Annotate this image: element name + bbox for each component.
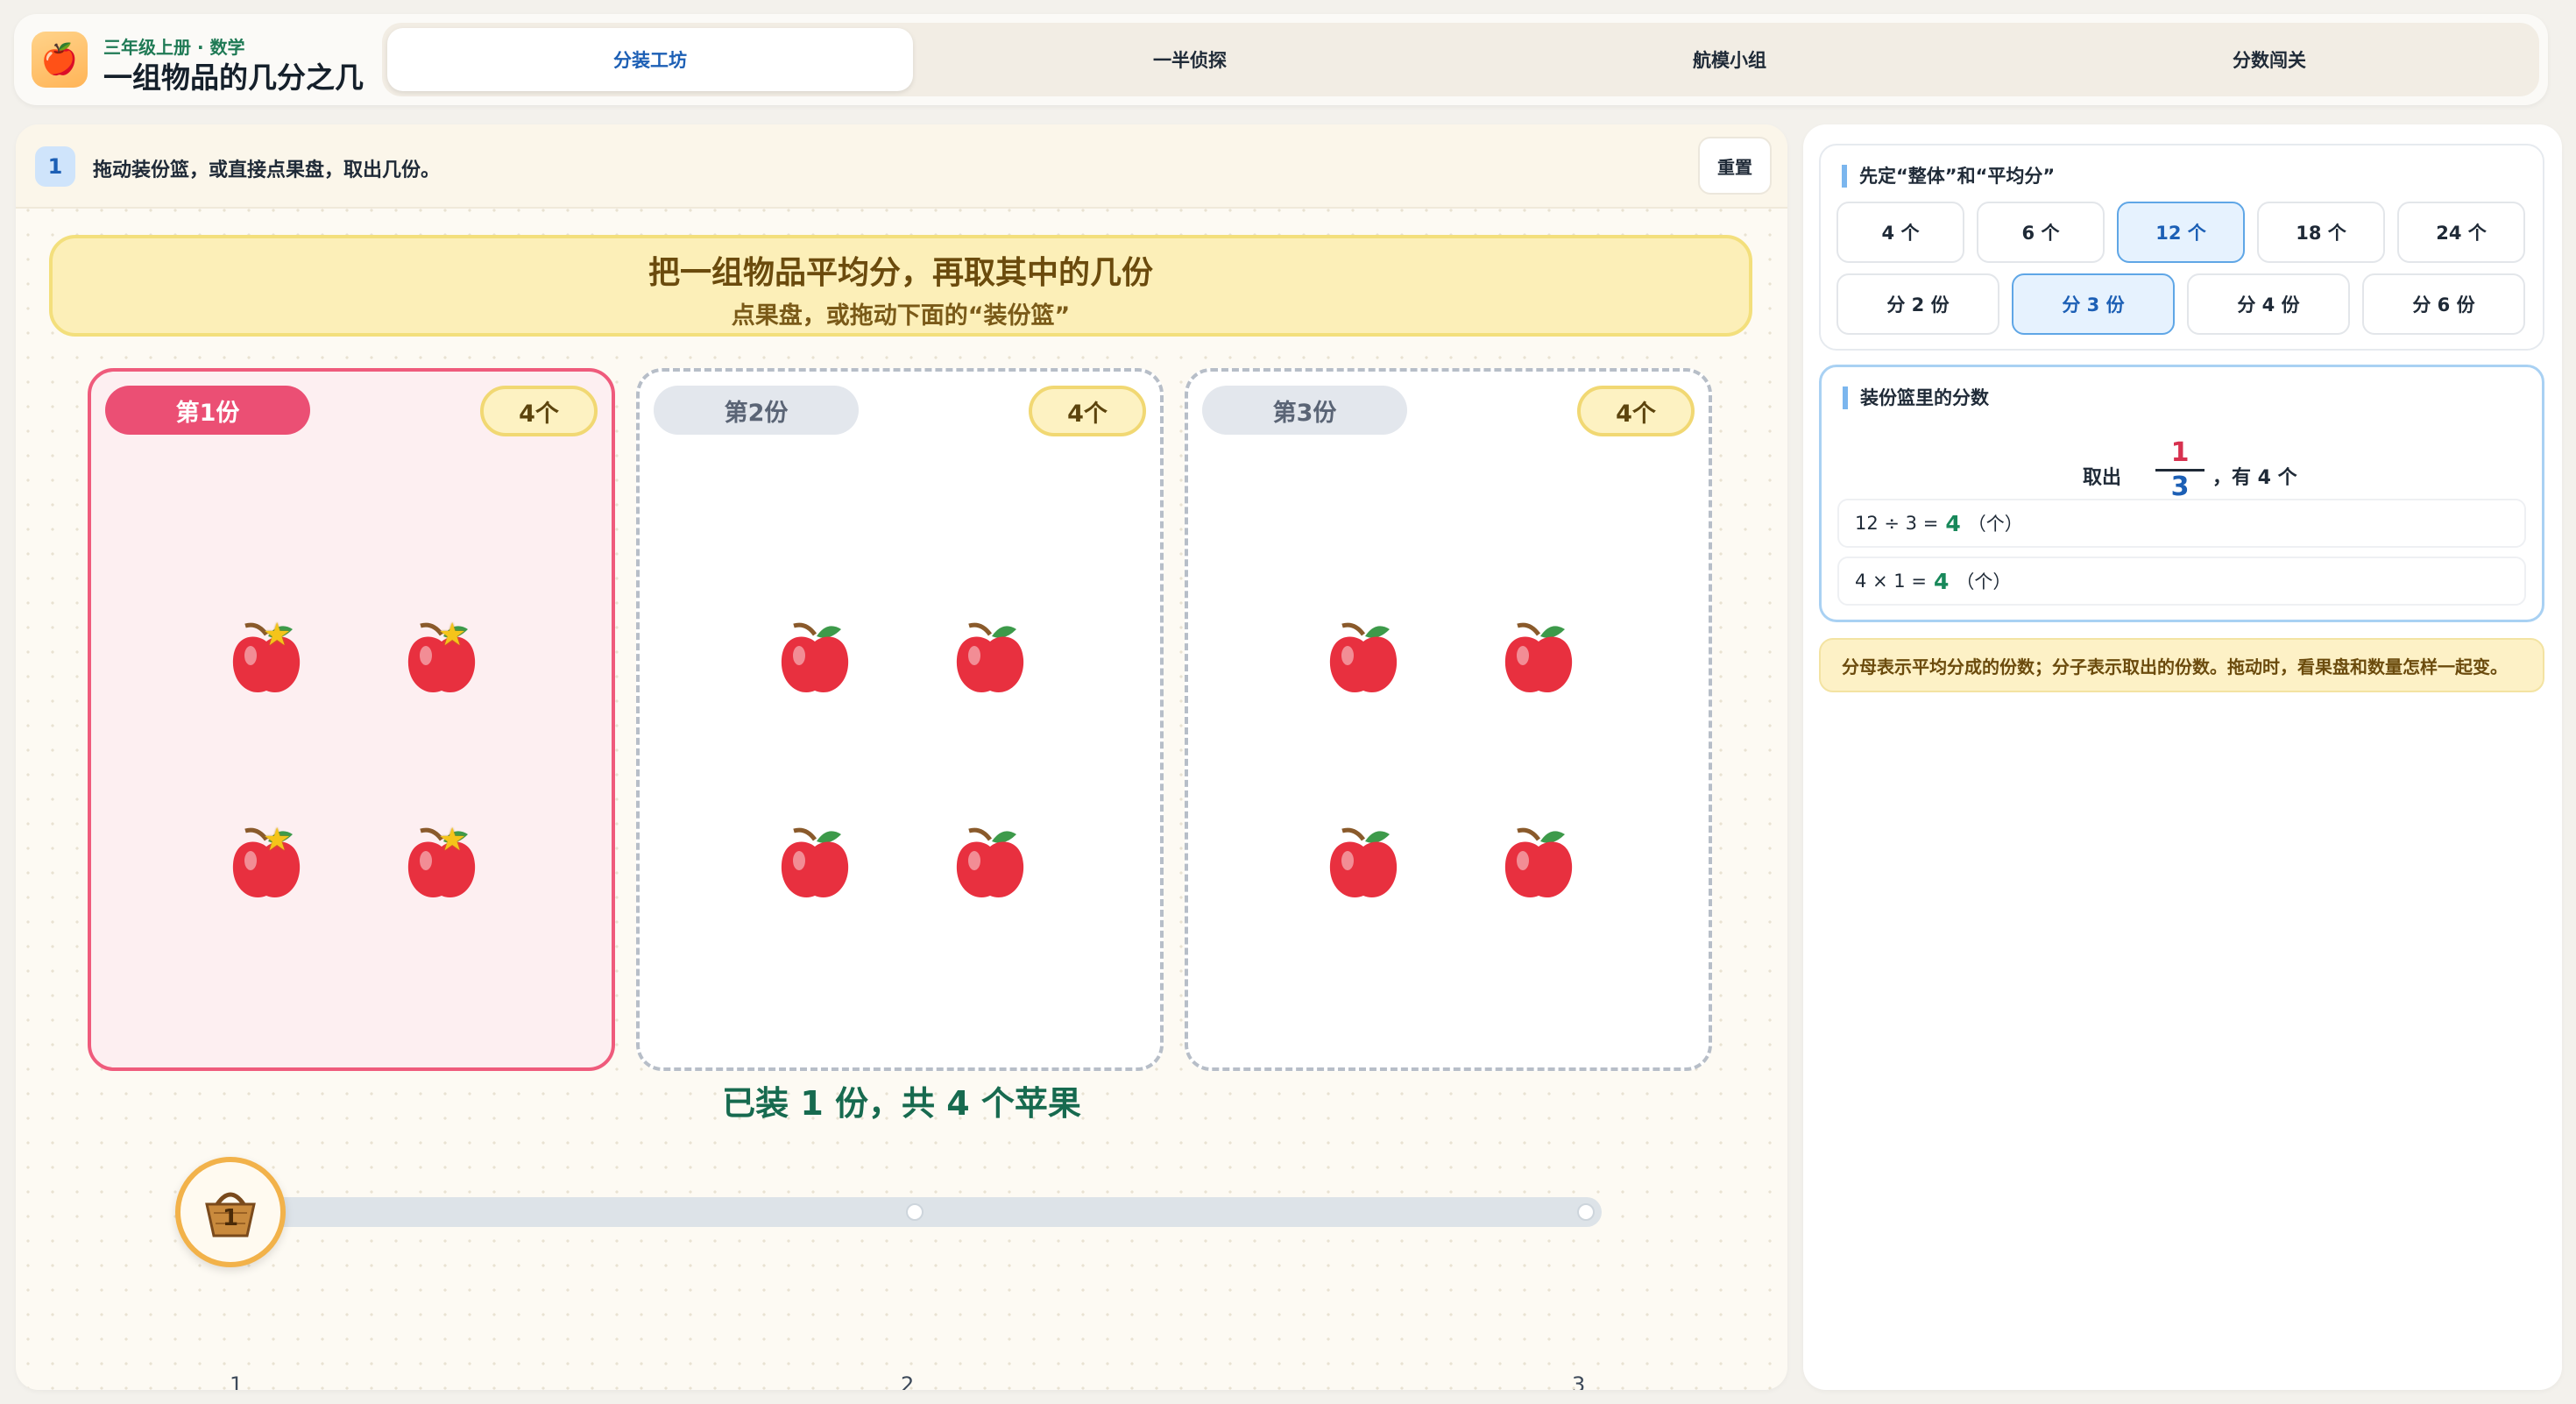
apple-icon [946,820,1034,908]
instruction-text: 拖动装份篮，或直接点果盘，取出几份。 [93,160,441,181]
plate-label: 第1份 [105,386,310,435]
equation-unit: （个） [1967,514,2023,535]
plate-count-badge: 4个 [480,386,598,436]
total-option-18[interactable]: 18 个 [2257,202,2385,263]
fruit-plate-3[interactable]: 第3份 4个 [1185,368,1712,1071]
control-sidebar: 先定“整体”和“平均分” 4 个 6 个 12 个 18 个 24 个 分 2 … [1803,124,2562,1390]
svg-text:1: 1 [223,1205,238,1231]
instruction-bar: 1 拖动装份篮，或直接点果盘，取出几份。 重置 [16,124,1787,209]
status-text: 已装 1 份，共 4 个苹果 [722,1084,1081,1123]
star-icon: ★ [438,822,467,858]
star-icon: ★ [263,617,292,653]
equation-unit: （个） [1956,571,2012,592]
fruit-plate-2[interactable]: 第2份 4个 [636,368,1164,1071]
fraction-suffix: ，有 4 个 [2212,467,2297,489]
banner-subtitle: 点果盘，或拖动下面的“装份篮” [731,302,1071,330]
tab-fraction-challenge[interactable]: 分数闯关 [2006,28,2532,91]
tab-bar: 分装工坊 一半侦探 航模小组 分数闯关 [382,23,2539,96]
split-option-6[interactable]: 分 6 份 [2362,273,2525,335]
page-title: 一组物品的几分之几 [103,60,364,95]
setup-card: 先定“整体”和“平均分” 4 个 6 个 12 个 18 个 24 个 分 2 … [1819,144,2544,351]
setup-title: 先定“整体”和“平均分” [1842,165,2055,188]
slider-stop-3[interactable] [1577,1203,1595,1221]
slider-stop-2[interactable] [906,1203,924,1221]
split-option-3[interactable]: 分 3 份 [2012,273,2175,335]
split-option-4[interactable]: 分 4 份 [2187,273,2350,335]
equation-expression: 12 ÷ 3 = [1855,513,1939,534]
fruit-plate-1[interactable]: 第1份 4个 ★ ★ ★ ★ [88,368,615,1071]
basket-slider-handle[interactable]: 1 [175,1157,286,1267]
apple-icon: ★ [398,615,485,703]
fraction-display: 1 3 [2155,437,2204,503]
workspace-panel: 1 拖动装份篮，或直接点果盘，取出几份。 重置 把一组物品平均分，再取其中的几份… [16,124,1787,1390]
apple-icon [1320,615,1407,703]
plate-count-badge: 4个 [1029,386,1146,436]
apple-icon [1495,820,1582,908]
step-badge: 1 [35,146,75,187]
plate-count-badge: 4个 [1577,386,1695,436]
tab-model-aircraft-group[interactable]: 航模小组 [1467,28,1992,91]
equation-row-division: 12 ÷ 3 = 4 （个） [1837,499,2526,548]
fraction-card: 装份篮里的分数 取出 1 3 ，有 4 个 12 ÷ 3 = 4 （个） 4 ×… [1819,365,2544,622]
equation-result: 4 [1945,510,1961,536]
equation-row-multiplication: 4 × 1 = 4 （个） [1837,557,2526,606]
slider-tick-3: 3 [1572,1372,1586,1390]
plate-label: 第2份 [654,386,859,435]
fraction-numerator: 1 [2170,437,2190,468]
banner-title: 把一组物品平均分，再取其中的几份 [648,255,1153,291]
apple-icon [1320,820,1407,908]
slider-tick-1: 1 [230,1372,244,1390]
apple-icon: ★ [398,820,485,908]
star-icon: ★ [438,617,467,653]
basket-icon: 1 [205,1192,256,1237]
slider-tick-2: 2 [901,1372,915,1390]
tab-half-detective[interactable]: 一半侦探 [927,28,1453,91]
apple-icon: ★ [223,820,310,908]
equation-result: 4 [1933,568,1950,594]
apple-icon [771,615,859,703]
split-option-2[interactable]: 分 2 份 [1836,273,1999,335]
reset-button[interactable]: 重置 [1698,137,1772,195]
tab-packing-workshop[interactable]: 分装工坊 [387,28,913,91]
total-option-6[interactable]: 6 个 [1977,202,2105,263]
total-option-12[interactable]: 12 个 [2117,202,2245,263]
fraction-readout: 取出 1 3 ，有 4 个 [1822,437,2542,507]
apple-icon [1495,615,1582,703]
app-header: 🍎 三年级上册 · 数学 一组物品的几分之几 分装工坊 一半侦探 航模小组 分数… [14,14,2548,105]
plate-label: 第3份 [1202,386,1407,435]
apple-icon [946,615,1034,703]
apple-icon: 🍎 [32,32,88,88]
total-option-24[interactable]: 24 个 [2397,202,2525,263]
fraction-title: 装份篮里的分数 [1843,386,1989,409]
fraction-prefix: 取出 [2083,467,2122,489]
hint-box: 分母表示平均分成的份数；分子表示取出的份数。拖动时，看果盘和数量怎样一起变。 [1819,638,2544,692]
equation-expression: 4 × 1 = [1855,571,1927,592]
portion-slider-track[interactable] [245,1197,1602,1227]
apple-icon: ★ [223,615,310,703]
total-option-4[interactable]: 4 个 [1836,202,1964,263]
task-banner: 把一组物品平均分，再取其中的几份 点果盘，或拖动下面的“装份篮” [49,235,1752,337]
apple-icon [771,820,859,908]
star-icon: ★ [263,822,292,858]
